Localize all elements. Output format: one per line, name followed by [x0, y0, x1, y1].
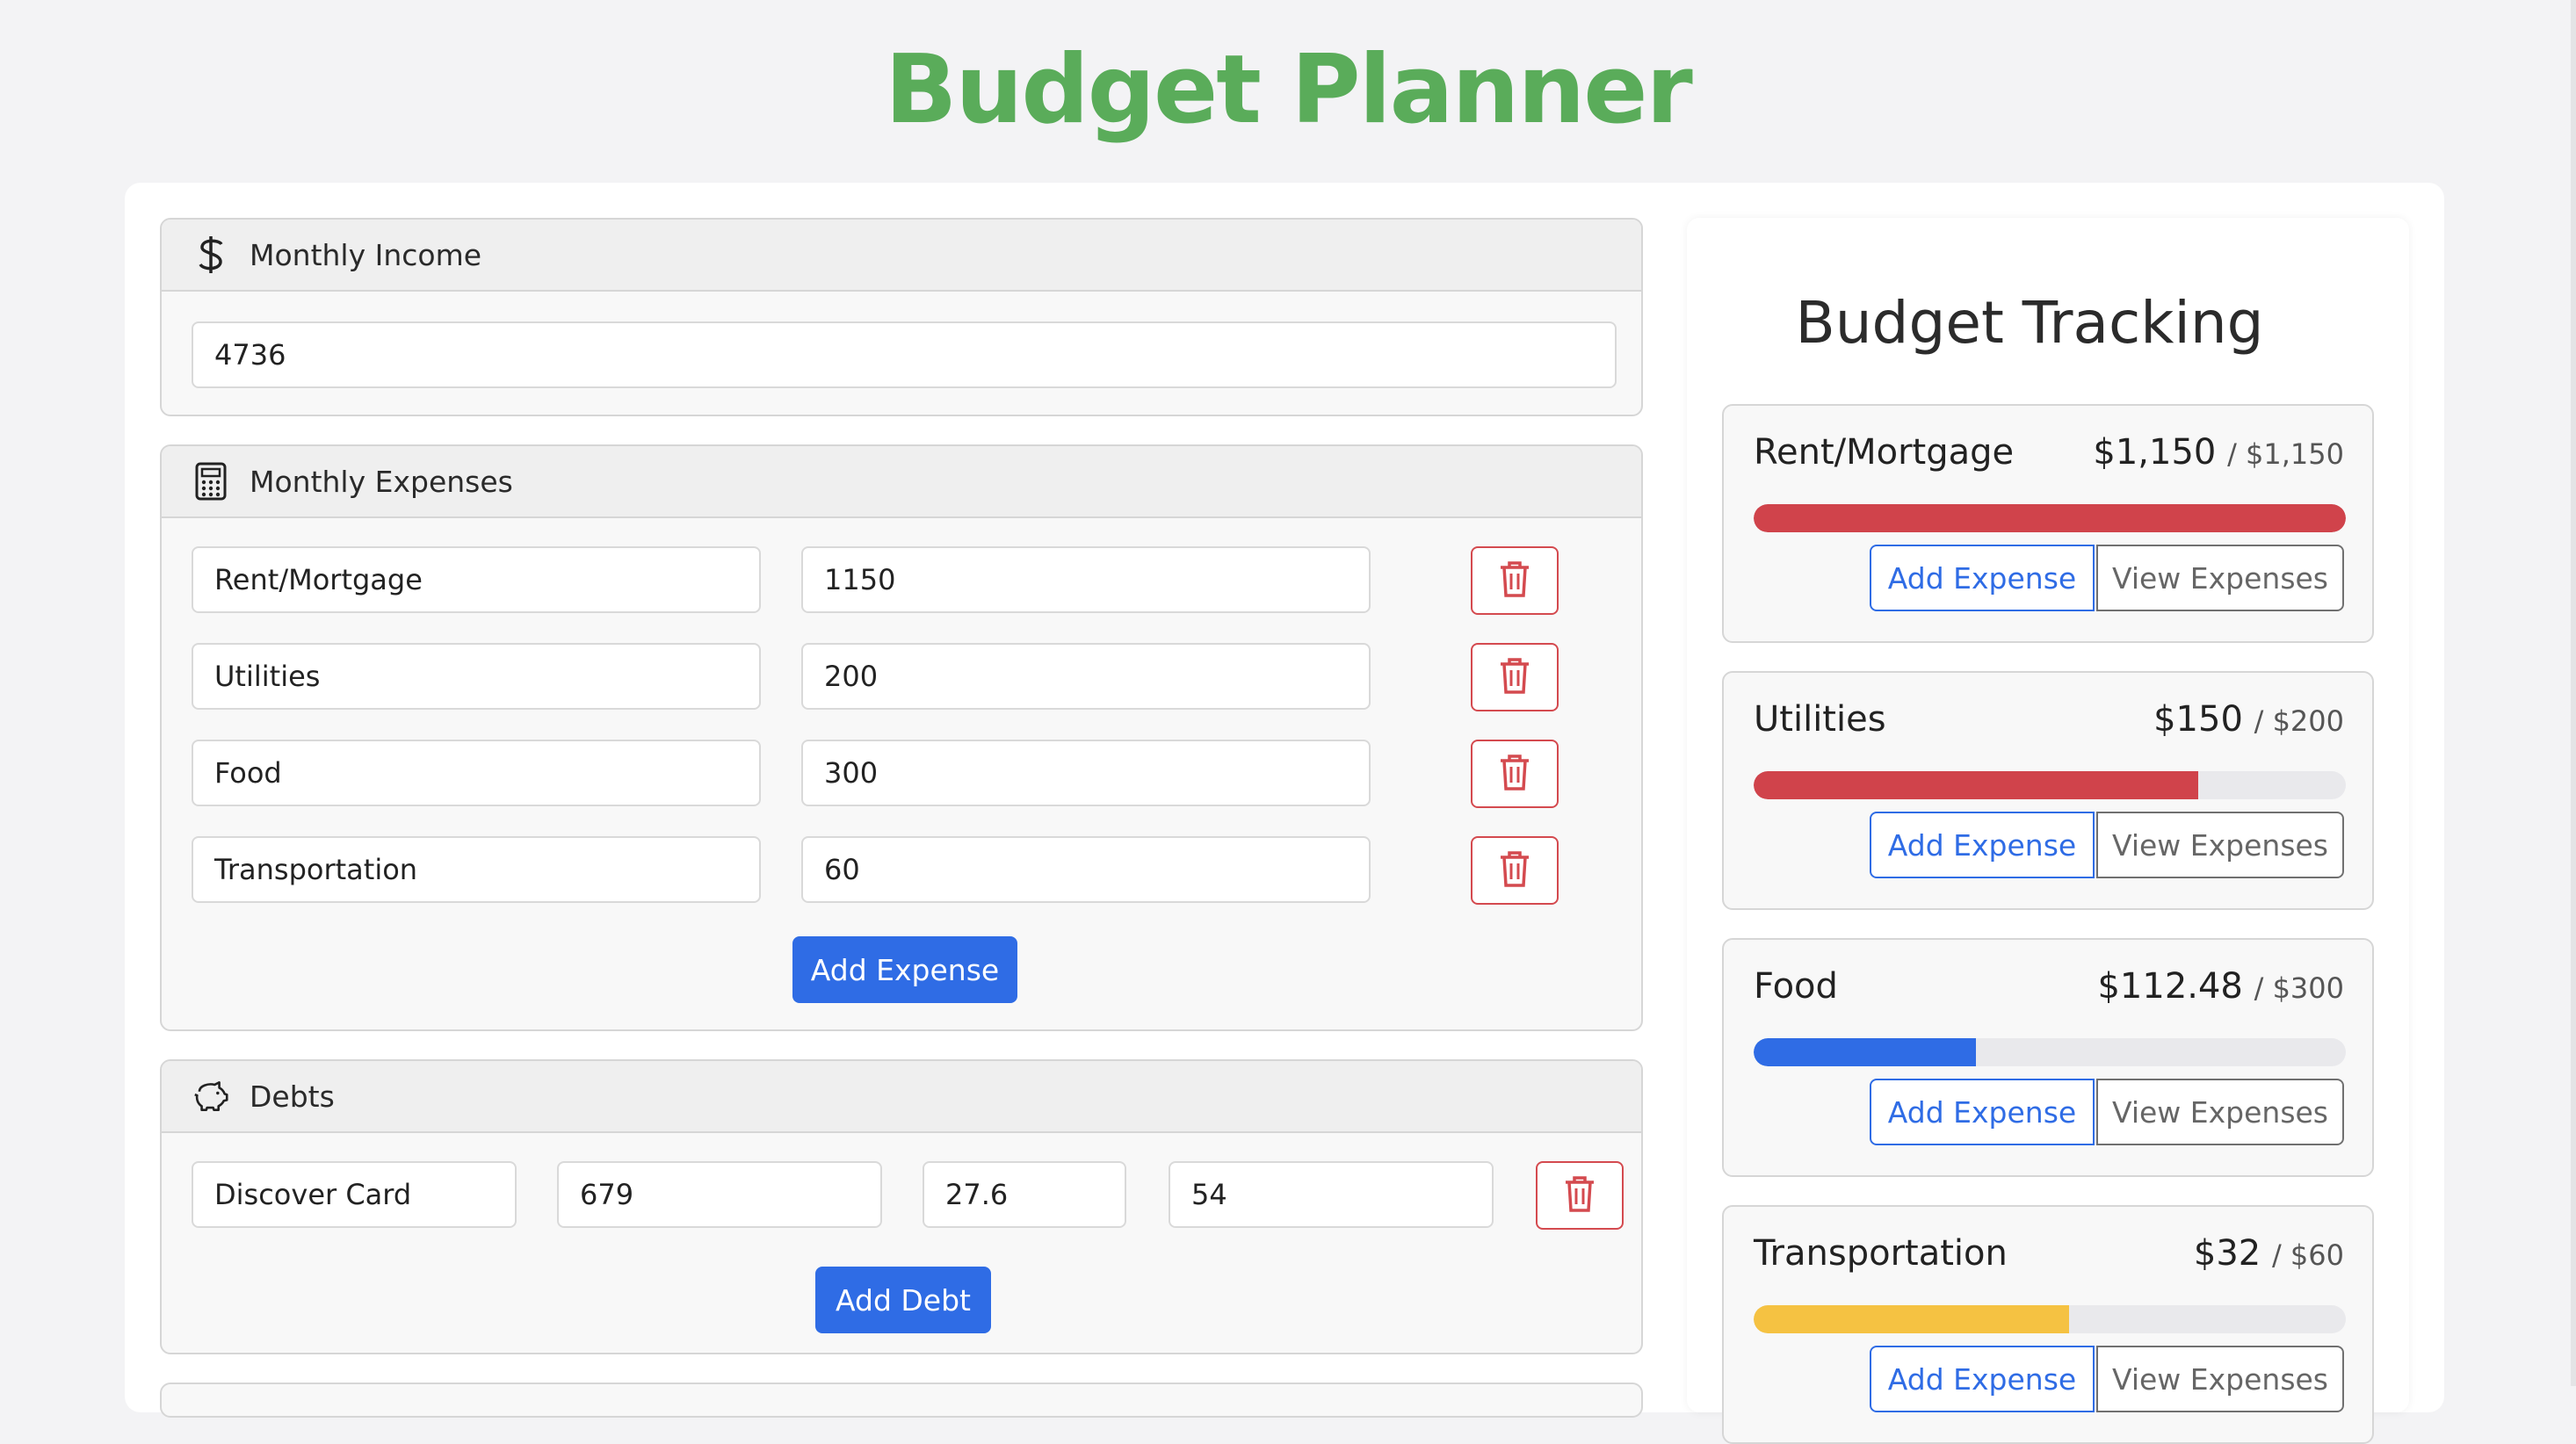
category-spent: $1,150	[2093, 432, 2217, 473]
view-expenses-button[interactable]: View Expenses	[2096, 545, 2344, 611]
category-spent: $112.48	[2097, 966, 2243, 1007]
progress-bar	[1754, 1038, 2346, 1066]
progress-fill	[1754, 771, 2198, 799]
piggy-bank-icon	[193, 1077, 228, 1115]
add-expense-button[interactable]: Add Expense	[792, 936, 1017, 1003]
progress-fill	[1754, 504, 2346, 532]
page-title: Budget Planner	[885, 35, 1693, 145]
category-budget: / $1,150	[2227, 437, 2344, 471]
delete-expense-button[interactable]	[1471, 643, 1559, 711]
progress-fill	[1754, 1305, 2070, 1333]
window-edge	[2571, 0, 2576, 1386]
category-amount: $1,150 / $1,150	[2093, 432, 2344, 473]
trash-icon	[1497, 560, 1532, 602]
category-amount: $150 / $200	[2153, 699, 2344, 740]
expense-name-input[interactable]: Transportation	[192, 836, 761, 903]
expense-name-input[interactable]: Rent/Mortgage	[192, 546, 761, 613]
category-card: Rent/Mortgage $1,150 / $1,150 Add Expens…	[1722, 404, 2374, 643]
trash-icon	[1562, 1174, 1597, 1217]
category-amount: $112.48 / $300	[2097, 966, 2344, 1007]
category-name: Transportation	[1754, 1233, 2008, 1274]
budget-tracking-title: Budget Tracking	[1795, 289, 2264, 357]
progress-bar	[1754, 1305, 2346, 1333]
add-expense-button[interactable]: Add Expense	[1870, 812, 2095, 878]
expense-amount-input[interactable]: 60	[801, 836, 1371, 903]
debt-rate-input[interactable]: 27.6	[923, 1161, 1126, 1228]
category-card: Food $112.48 / $300 Add Expense View Exp…	[1722, 938, 2374, 1177]
calculator-icon	[193, 462, 228, 501]
category-name: Rent/Mortgage	[1754, 432, 2015, 473]
progress-bar	[1754, 771, 2346, 799]
category-card: Transportation $32 / $60 Add Expense Vie…	[1722, 1205, 2374, 1444]
next-panel	[160, 1383, 1643, 1418]
debts-panel: Debts Discover Card 679 27.6 54 Add Debt	[160, 1059, 1643, 1354]
category-spent: $32	[2193, 1233, 2261, 1274]
progress-bar	[1754, 504, 2346, 532]
income-panel: Monthly Income 4736	[160, 218, 1643, 416]
category-name: Food	[1754, 966, 1838, 1007]
debt-name-input[interactable]: Discover Card	[192, 1161, 517, 1228]
category-budget: / $60	[2271, 1238, 2344, 1272]
add-expense-button[interactable]: Add Expense	[1870, 1079, 2095, 1145]
category-amount: $32 / $60	[2194, 1233, 2344, 1274]
view-expenses-button[interactable]: View Expenses	[2096, 1346, 2344, 1412]
delete-expense-button[interactable]	[1471, 546, 1559, 615]
debt-payment-input[interactable]: 54	[1169, 1161, 1494, 1228]
delete-expense-button[interactable]	[1471, 740, 1559, 808]
dollar-icon	[193, 235, 228, 274]
progress-fill	[1754, 1038, 1976, 1066]
delete-expense-button[interactable]	[1471, 836, 1559, 905]
trash-icon	[1497, 656, 1532, 698]
add-debt-button[interactable]: Add Debt	[815, 1267, 991, 1333]
income-panel-header: Monthly Income	[162, 220, 1641, 292]
expense-amount-input[interactable]: 1150	[801, 546, 1371, 613]
expenses-panel: Monthly Expenses Rent/Mortgage 1150 Util…	[160, 444, 1643, 1031]
category-card: Utilities $150 / $200 Add Expense View E…	[1722, 671, 2374, 910]
debts-header-label: Debts	[250, 1079, 335, 1114]
income-input[interactable]: 4736	[192, 321, 1617, 388]
trash-icon	[1497, 753, 1532, 795]
add-expense-button[interactable]: Add Expense	[1870, 1346, 2095, 1412]
category-spent: $150	[2153, 699, 2243, 740]
income-header-label: Monthly Income	[250, 237, 482, 272]
category-budget: / $300	[2254, 971, 2344, 1005]
debt-balance-input[interactable]: 679	[557, 1161, 882, 1228]
debts-panel-header: Debts	[162, 1061, 1641, 1133]
category-budget: / $200	[2254, 704, 2344, 738]
view-expenses-button[interactable]: View Expenses	[2096, 1079, 2344, 1145]
expense-name-input[interactable]: Food	[192, 740, 761, 806]
view-expenses-button[interactable]: View Expenses	[2096, 812, 2344, 878]
expenses-header-label: Monthly Expenses	[250, 464, 513, 499]
add-expense-button[interactable]: Add Expense	[1870, 545, 2095, 611]
category-name: Utilities	[1754, 699, 1886, 740]
trash-icon	[1497, 849, 1532, 892]
expense-amount-input[interactable]: 300	[801, 740, 1371, 806]
expense-name-input[interactable]: Utilities	[192, 643, 761, 710]
expense-amount-input[interactable]: 200	[801, 643, 1371, 710]
expenses-panel-header: Monthly Expenses	[162, 446, 1641, 518]
delete-debt-button[interactable]	[1536, 1161, 1624, 1230]
